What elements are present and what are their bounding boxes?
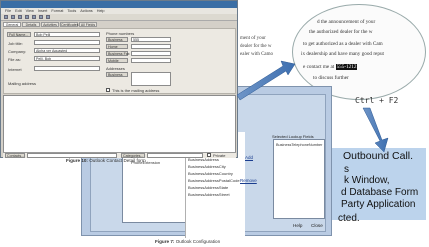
business-phone-dropdown[interactable]: Business: [106, 37, 128, 42]
magnifier-contact-text: e contact me at: [303, 64, 335, 70]
contact-tabs: General Details Activities Certificates …: [3, 22, 97, 27]
menu-edit[interactable]: Edit: [15, 8, 22, 14]
highlighted-phone-number: 555-1212: [335, 64, 358, 70]
figure-caption-configuration: Figure 7: Outlook Configuration: [155, 239, 221, 244]
mailing-address-label: This is the mailing address: [112, 88, 160, 93]
business-phone-field[interactable]: 555: [131, 37, 171, 42]
private-label: Private: [213, 153, 226, 158]
addresses-label: Addresses: [106, 66, 125, 71]
tab-details[interactable]: Details: [22, 22, 40, 27]
attach-icon[interactable]: [18, 15, 22, 19]
title-bar: [1, 1, 237, 8]
document-text-line: dealer for the w: [240, 44, 272, 49]
close-button[interactable]: Close: [311, 223, 323, 228]
file-as-label: File as:: [8, 57, 21, 62]
private-checkbox[interactable]: [207, 153, 211, 157]
menu-insert[interactable]: Insert: [38, 8, 48, 14]
company-label: Company:: [8, 49, 27, 54]
document-text-line: ealer with Camo: [240, 52, 274, 57]
magnifier-text-line: d the announcement of your: [317, 19, 376, 25]
menu-view[interactable]: View: [26, 8, 34, 14]
add-field-button[interactable]: Add: [245, 155, 253, 160]
menu-tools[interactable]: Tools: [67, 8, 76, 14]
magnifier-text-line: e contact me at 555-1212: [303, 64, 358, 70]
field-item[interactable]: BusinessAddressCity: [188, 164, 226, 169]
outbound-line: d Database Form: [341, 187, 419, 198]
magnifier-text-line: to discuss further: [313, 75, 349, 81]
figure-caption-contact: Figure 10: Outlook Contact Detail form: [66, 158, 146, 163]
file-as-field[interactable]: Pelli, Bob: [34, 56, 100, 61]
field-item[interactable]: BusinessAddressState: [188, 185, 228, 190]
field-item[interactable]: BusinessAddressStreet: [188, 192, 230, 197]
arrow-to-outbound-call-icon: [362, 107, 389, 153]
outbound-line: cted.: [338, 213, 360, 224]
shortcut-label: Ctrl + F2: [355, 96, 399, 105]
remove-field-button[interactable]: Remove: [240, 178, 257, 183]
email-field[interactable]: [34, 66, 100, 71]
internet-label: Internet: [8, 67, 22, 72]
outlook-contact-window: File Edit View Insert Format Tools Actio…: [0, 0, 238, 158]
outbound-line: Party Application: [341, 199, 416, 210]
mailing-label: Mailing address: [8, 81, 37, 86]
contact-general-form: Full Name... Bob Pelli Job title: Compan…: [3, 28, 236, 94]
flag-icon[interactable]: [25, 15, 29, 19]
phone-numbers-label: Phone numbers: [106, 31, 135, 36]
company-field[interactable]: Alpha ver Aquasted: [34, 48, 100, 53]
next-icon[interactable]: [46, 15, 50, 19]
save-icon[interactable]: [4, 15, 8, 19]
tab-general[interactable]: General: [3, 22, 21, 27]
field-item[interactable]: BusinessAddressCountry: [188, 171, 233, 176]
tab-activities[interactable]: Activities: [41, 22, 59, 27]
menu-actions[interactable]: Actions: [80, 8, 92, 14]
mailing-address-checkbox[interactable]: [106, 88, 110, 92]
magnifier-text-line: ix dealership and have many good reput: [301, 51, 384, 57]
previous-icon[interactable]: [39, 15, 43, 19]
full-name-button[interactable]: Full Name...: [7, 32, 31, 37]
outbound-call-title: Outbound Call.: [343, 150, 414, 162]
tab-certificates[interactable]: Certificates: [60, 22, 79, 27]
address-field[interactable]: [131, 72, 171, 86]
help-button[interactable]: Help: [293, 223, 302, 228]
toolbar: [1, 14, 237, 21]
home-phone-dropdown[interactable]: Home: [106, 44, 128, 49]
contacts-button[interactable]: Contacts...: [5, 153, 25, 158]
home-phone-field[interactable]: [131, 44, 171, 49]
menu-file[interactable]: File: [5, 8, 11, 14]
menu-help[interactable]: Help: [97, 8, 105, 14]
address-type-dropdown[interactable]: Business: [106, 72, 128, 77]
magnifier-text-line: to get authorized as a dealer with Cam: [303, 41, 383, 47]
categories-field[interactable]: [147, 153, 203, 158]
business-fax-field[interactable]: [131, 51, 171, 56]
selected-field-item[interactable]: BusinessTelephoneNumber: [276, 143, 322, 147]
notes-field[interactable]: [3, 95, 236, 155]
menu-format[interactable]: Format: [51, 8, 63, 14]
job-title-label: Job title:: [8, 41, 23, 46]
outbound-line: s: [344, 164, 349, 175]
selected-fields-list[interactable]: BusinessTelephoneNumber: [273, 139, 325, 219]
tab-all-fields[interactable]: All Fields: [79, 22, 97, 27]
outbound-line: k Window,: [344, 175, 390, 186]
print-icon[interactable]: [11, 15, 15, 19]
job-title-field[interactable]: [34, 40, 100, 45]
delete-icon[interactable]: [32, 15, 36, 19]
mobile-phone-field[interactable]: [131, 58, 171, 63]
full-name-field[interactable]: Bob Pelli: [34, 32, 100, 37]
business-fax-dropdown[interactable]: Business Fax: [106, 51, 130, 56]
mobile-phone-dropdown[interactable]: Mobile: [106, 58, 128, 63]
document-text-line: ment of your: [240, 36, 266, 41]
field-item[interactable]: BusinessAddressPostalCode: [188, 178, 240, 183]
magnifier-text-line: the authorized dealer for the w: [309, 29, 373, 35]
